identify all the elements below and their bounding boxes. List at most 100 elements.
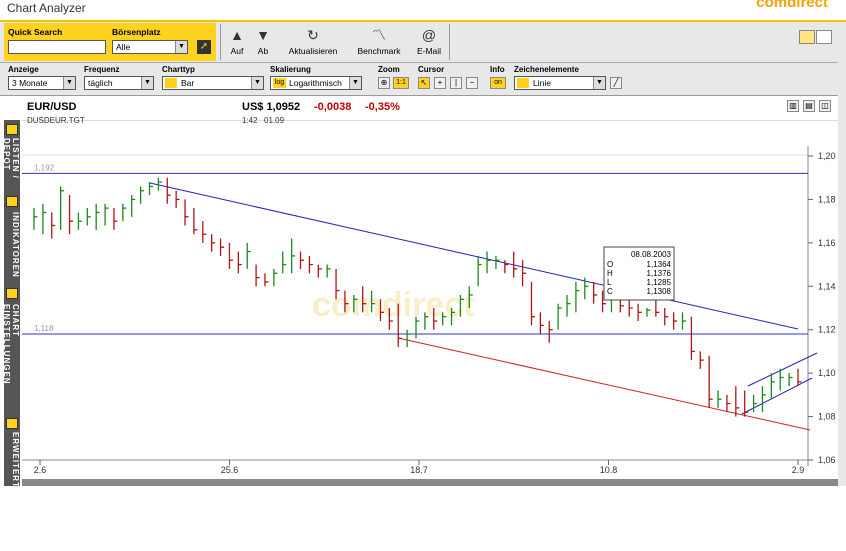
zoom-icon[interactable]: ⊕ [378, 77, 390, 89]
sidebar-tabs: LISTEN / DEPOT INDIKATOREN CHART EINSTEL… [2, 120, 20, 488]
info-toggle[interactable]: on [490, 77, 506, 89]
info-box-value: 1,1285 [647, 278, 672, 287]
anzeige-select[interactable]: 3 Monate ▼ [8, 76, 76, 90]
bar-chart-icon [165, 78, 177, 88]
window-icon[interactable] [816, 30, 832, 44]
toolbar-divider [220, 24, 221, 60]
info-box-value: 1,1308 [647, 287, 672, 296]
news-view-icon[interactable]: ◫ [819, 100, 831, 112]
quick-search-label: Quick Search [8, 27, 63, 37]
x-tick-label: 2.9 [792, 465, 805, 475]
chevron-down-icon[interactable]: ▼ [593, 77, 605, 89]
frequenz-value: täglich [88, 78, 113, 88]
sidebar-item-chart-einstellungen[interactable]: CHART EINSTELLUNGEN [2, 304, 20, 414]
anzeige-value: 3 Monate [12, 78, 48, 88]
x-tick-label: 18.7 [410, 465, 428, 475]
up-button[interactable]: ▲ Auf [226, 26, 248, 56]
info-box-value: 1,1376 [647, 269, 672, 278]
boersenplatz-select[interactable]: Alle ▼ [112, 40, 188, 54]
email-button-label: E-Mail [416, 46, 442, 56]
list-icon [6, 124, 18, 135]
instrument-change: -0,0038 [314, 101, 352, 113]
skalierung-value: Logarithmisch [289, 78, 342, 88]
skalierung-select[interactable]: log Logarithmisch ▼ [270, 76, 362, 90]
quote-date: 01.09 [264, 116, 285, 125]
refresh-button[interactable]: ↻ Aktualisieren [280, 26, 346, 56]
info-box-key: H [607, 269, 613, 278]
frequenz-label: Frequenz [84, 65, 120, 74]
skalierung-label: Skalierung [270, 65, 311, 74]
chevron-down-icon[interactable]: ▼ [63, 77, 75, 89]
email-button[interactable]: @ E-Mail [412, 26, 446, 56]
up-button-label: Auf [230, 46, 244, 56]
info-label: Info [490, 65, 505, 74]
chevron-down-icon[interactable]: ▼ [175, 41, 187, 53]
x-tick-label: 25.6 [221, 465, 239, 475]
zeichenelemente-value: Linie [533, 78, 551, 88]
frequenz-select[interactable]: täglich ▼ [84, 76, 154, 90]
info-box-key: C [607, 287, 613, 296]
benchmark-button[interactable]: 〽 Benchmark [350, 26, 408, 56]
chevron-down-icon[interactable]: ▼ [251, 77, 263, 89]
zeichenelemente-label: Zeichenelemente [514, 65, 579, 74]
print-icon[interactable] [799, 30, 815, 44]
boersenplatz-label: Börsenplatz [112, 27, 161, 37]
x-tick-label: 2.6 [34, 465, 47, 475]
horizontal-cursor-icon[interactable]: − [466, 77, 478, 89]
chart-view-icon[interactable]: ▥ [787, 100, 799, 112]
table-view-icon[interactable]: ▤ [803, 100, 815, 112]
charttyp-label: Charttyp [162, 65, 195, 74]
chart-scrollbar[interactable] [22, 479, 838, 486]
zoom-label: Zoom [378, 65, 400, 74]
price-chart[interactable]: comdirect 1,1921,118 1,201,181,161,141,1… [22, 146, 838, 486]
search-icon [6, 418, 18, 429]
down-button[interactable]: ▼ Ab [252, 26, 274, 56]
y-tick-label: 1,08 [818, 412, 836, 422]
instrument-name: EUR/USD [27, 101, 77, 113]
log-scale-icon: log [273, 78, 286, 88]
quick-search-panel: Quick Search Börsenplatz Alle ▼ ➚ [4, 23, 216, 61]
sidebar-item-erweitert[interactable]: ERWEITERT [4, 432, 20, 488]
charttyp-select[interactable]: Bar ▼ [162, 76, 264, 90]
line-tool-icon [517, 78, 529, 88]
y-tick-label: 1,12 [818, 325, 836, 335]
pointer-cursor-icon[interactable]: ↖ [418, 77, 430, 89]
y-tick-label: 1,14 [818, 281, 836, 291]
y-tick-label: 1,06 [818, 455, 836, 465]
chevron-down-icon[interactable]: ▼ [349, 77, 361, 89]
draw-line-icon[interactable]: ╱ [610, 77, 622, 89]
cursor-label: Cursor [418, 65, 445, 74]
zoom-reset-button[interactable]: 1:1 [393, 77, 409, 89]
zeichenelemente-select[interactable]: Linie ▼ [514, 76, 606, 90]
down-button-label: Ab [257, 46, 269, 56]
y-tick-label: 1,10 [818, 368, 836, 378]
arrow-down-icon: ▼ [256, 27, 270, 43]
horizontal-level-label: 1,118 [34, 324, 54, 333]
title-bar: Chart Analyzer comdirect [0, 0, 846, 20]
quick-search-input[interactable] [8, 40, 106, 54]
refresh-icon: ↻ [307, 27, 319, 43]
y-tick-label: 1,20 [818, 151, 836, 161]
instrument-code: DUSDEUR.TGT [27, 116, 85, 125]
info-box-key: O [607, 260, 613, 269]
settings-icon [6, 288, 18, 299]
go-icon[interactable]: ➚ [197, 40, 211, 54]
chevron-down-icon[interactable]: ▼ [141, 77, 153, 89]
instrument-price: US$ 1,0952 [242, 101, 301, 113]
vertical-cursor-icon[interactable]: | [450, 77, 462, 89]
brand-logo: comdirect [756, 0, 828, 11]
horizontal-level-label: 1,192 [34, 163, 55, 172]
sidebar-item-indikatoren[interactable]: INDIKATOREN [4, 212, 20, 278]
benchmark-icon: 〽 [372, 27, 386, 43]
window-title: Chart Analyzer [7, 1, 86, 15]
y-tick-label: 1,18 [818, 194, 836, 204]
boersenplatz-value: Alle [116, 42, 131, 52]
info-box-date: 08.08.2003 [631, 250, 672, 259]
quote-time: 1:42 [242, 116, 258, 125]
instrument-change-pct: -0,35% [365, 101, 400, 113]
info-box-key: L [607, 278, 612, 287]
crosshair-cursor-icon[interactable]: + [434, 77, 446, 89]
indicator-icon [6, 196, 18, 207]
anzeige-label: Anzeige [8, 65, 39, 74]
benchmark-button-label: Benchmark [357, 46, 401, 56]
